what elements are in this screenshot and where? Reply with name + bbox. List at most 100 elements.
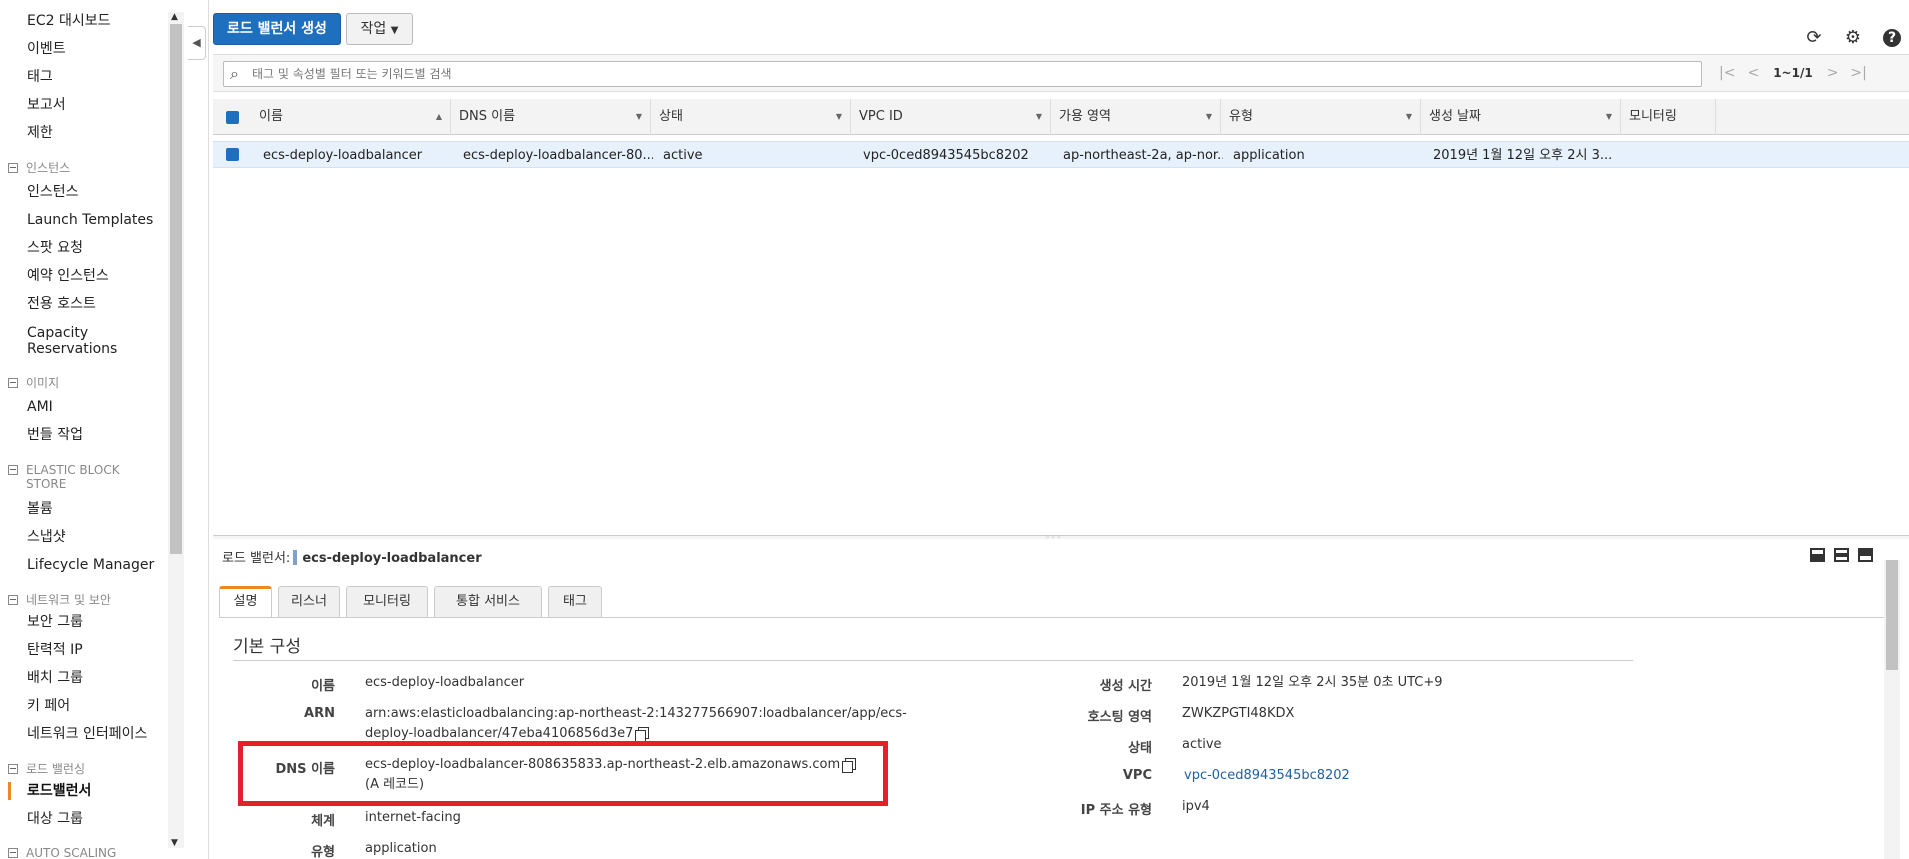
sidebar-item-target-groups[interactable]: 대상 그룹 (27, 811, 83, 827)
sidebar-item-capacity-reservations[interactable]: Capacity Reservations (27, 325, 147, 357)
row-checkbox[interactable] (226, 148, 239, 161)
field-label-ip-type: IP 주소 유형 (1080, 803, 1152, 818)
sidebar-item-dedicated-hosts[interactable]: 전용 호스트 (27, 296, 96, 312)
column-header-name[interactable]: 이름 ▲ (251, 99, 451, 135)
sidebar-section-auto-scaling[interactable]: AUTO SCALING (8, 846, 116, 859)
sort-icon: ▼ (835, 112, 842, 121)
field-label-arn: ARN (304, 706, 335, 721)
cell-type: application (1233, 148, 1305, 163)
sidebar-item-ec2-dashboard[interactable]: EC2 대시보드 (27, 13, 111, 29)
field-value-created: 2019년 1월 12일 오후 2시 35분 0초 UTC+9 (1182, 675, 1443, 690)
scroll-up-icon[interactable]: ▲ (171, 12, 178, 22)
actions-label: 작업 (360, 21, 387, 37)
sidebar-section-instances[interactable]: 인스턴스 (8, 161, 70, 175)
tab-monitoring[interactable]: 모니터링 (346, 586, 428, 618)
sidebar-item-volumes[interactable]: 볼륨 (27, 501, 53, 517)
collapse-icon (8, 595, 18, 605)
sort-icon: ▼ (1205, 112, 1212, 121)
field-value-state: active (1182, 737, 1222, 752)
panel-splitter[interactable]: ◦◦◦ (213, 533, 1909, 542)
sidebar-item-lifecycle-manager[interactable]: Lifecycle Manager (27, 557, 154, 573)
cell-dns: ecs-deploy-loadbalancer-80... (463, 148, 653, 163)
column-header-az[interactable]: 가용 영역 ▼ (1051, 99, 1221, 135)
sidebar-item-reserved-instances[interactable]: 예약 인스턴스 (27, 268, 109, 284)
detail-scrollbar[interactable] (1884, 560, 1900, 859)
sidebar-section-load-balancing[interactable]: 로드 밸런싱 (8, 762, 85, 776)
column-header-state[interactable]: 상태 ▼ (651, 99, 851, 135)
actions-dropdown-button[interactable]: 작업 ▼ (346, 13, 413, 45)
sidebar-item-launch-templates[interactable]: Launch Templates (27, 212, 153, 228)
cell-monitoring (1633, 142, 1723, 169)
sidebar-item-spot-requests[interactable]: 스팟 요청 (27, 240, 83, 256)
layout-split-icon[interactable] (1834, 548, 1849, 562)
sidebar-item-events[interactable]: 이벤트 (27, 41, 66, 57)
sidebar-item-limits[interactable]: 제한 (27, 125, 53, 141)
tab-description[interactable]: 설명 (219, 586, 272, 618)
prev-page-icon[interactable]: < (1747, 65, 1759, 81)
gear-icon[interactable]: ⚙ (1842, 27, 1864, 49)
vpc-link[interactable]: vpc-0ced8943545bc8202 (1184, 766, 1350, 786)
sidebar-item-snapshots[interactable]: 스냅샷 (27, 529, 66, 545)
collapse-icon (8, 465, 18, 475)
tab-listeners[interactable]: 리스너 (278, 586, 340, 618)
scrollbar-thumb[interactable] (1886, 560, 1898, 670)
scroll-down-icon[interactable]: ▼ (171, 838, 178, 848)
sidebar-item-network-interfaces[interactable]: 네트워크 인터페이스 (27, 726, 147, 742)
sidebar-item-tags[interactable]: 태그 (27, 69, 53, 85)
sidebar-item-key-pairs[interactable]: 키 페어 (27, 698, 70, 714)
refresh-icon[interactable]: ⟳ (1803, 27, 1825, 49)
help-icon[interactable]: ? (1883, 29, 1901, 47)
sidebar-item-placement-groups[interactable]: 배치 그룹 (27, 670, 83, 686)
last-page-icon[interactable]: >| (1850, 65, 1866, 81)
search-input[interactable] (252, 62, 1692, 86)
field-value-name: ecs-deploy-loadbalancer (365, 675, 525, 690)
collapse-icon (8, 848, 18, 858)
detail-header-label: 로드 밸런서: (222, 551, 291, 566)
sort-asc-icon: ▲ (435, 112, 442, 121)
sidebar-item-elastic-ips[interactable]: 탄력적 IP (27, 642, 83, 658)
sort-icon: ▼ (1035, 112, 1042, 121)
detail-header: 로드 밸런서: ecs-deploy-loadbalancer (222, 547, 482, 566)
column-header-monitoring[interactable]: 모니터링 (1621, 99, 1716, 135)
pagination: |< <1~1/1 > >| (1713, 65, 1873, 81)
sidebar-section-images[interactable]: 이미지 (8, 376, 59, 390)
sidebar-item-reports[interactable]: 보고서 (27, 97, 66, 113)
next-page-icon[interactable]: > (1827, 65, 1839, 81)
sidebar-item-instances[interactable]: 인스턴스 (27, 184, 79, 200)
column-header-created[interactable]: 생성 날짜 ▼ (1421, 99, 1621, 135)
sidebar-item-ami[interactable]: AMI (27, 399, 53, 415)
layout-bottom-icon[interactable] (1810, 548, 1825, 562)
sidebar-divider (208, 0, 209, 859)
sidebar-item-security-groups[interactable]: 보안 그룹 (27, 614, 83, 630)
column-header-vpc[interactable]: VPC ID ▼ (851, 99, 1051, 135)
tab-tags[interactable]: 태그 (548, 586, 602, 618)
sidebar-section-ebs[interactable]: ELASTIC BLOCK STORE (8, 463, 136, 491)
search-box: ⌕ (223, 61, 1702, 87)
first-page-icon[interactable]: |< (1719, 65, 1735, 81)
drag-handle-icon[interactable]: ◦◦◦ (1045, 533, 1062, 542)
tab-underline (219, 617, 1884, 618)
tab-integrated-services[interactable]: 통합 서비스 (434, 586, 542, 618)
column-header-dns[interactable]: DNS 이름 ▼ (451, 99, 651, 135)
sidebar-item-bundle-tasks[interactable]: 번들 작업 (27, 427, 83, 443)
scrollbar-thumb[interactable] (170, 24, 182, 554)
create-load-balancer-button[interactable]: 로드 밸런서 생성 (213, 13, 341, 45)
sidebar-item-load-balancers[interactable]: 로드밸런서 (27, 783, 91, 799)
column-header-type[interactable]: 유형 ▼ (1221, 99, 1421, 135)
collapse-sidebar-button[interactable]: ◀ (188, 26, 206, 60)
sidebar-scrollbar[interactable]: ▲ ▼ (168, 12, 184, 848)
page-count: 1~1/1 (1773, 66, 1813, 80)
sidebar-section-network-security[interactable]: 네트워크 및 보안 (8, 593, 111, 607)
field-value-ip-type: ipv4 (1182, 799, 1210, 814)
collapse-icon (8, 764, 18, 774)
cell-state: active (663, 148, 703, 163)
field-label-created: 생성 시간 (1099, 679, 1152, 694)
copy-icon[interactable] (635, 727, 650, 742)
search-icon: ⌕ (230, 64, 239, 83)
selection-marker (293, 550, 298, 565)
cell-name: ecs-deploy-loadbalancer (263, 148, 423, 163)
table-row[interactable]: ecs-deploy-loadbalancer ecs-deploy-loadb… (213, 141, 1909, 168)
field-value-arn: arn:aws:elasticloadbalancing:ap-northeas… (365, 704, 907, 744)
select-all-checkbox[interactable] (226, 111, 239, 124)
layout-top-icon[interactable] (1858, 548, 1873, 562)
